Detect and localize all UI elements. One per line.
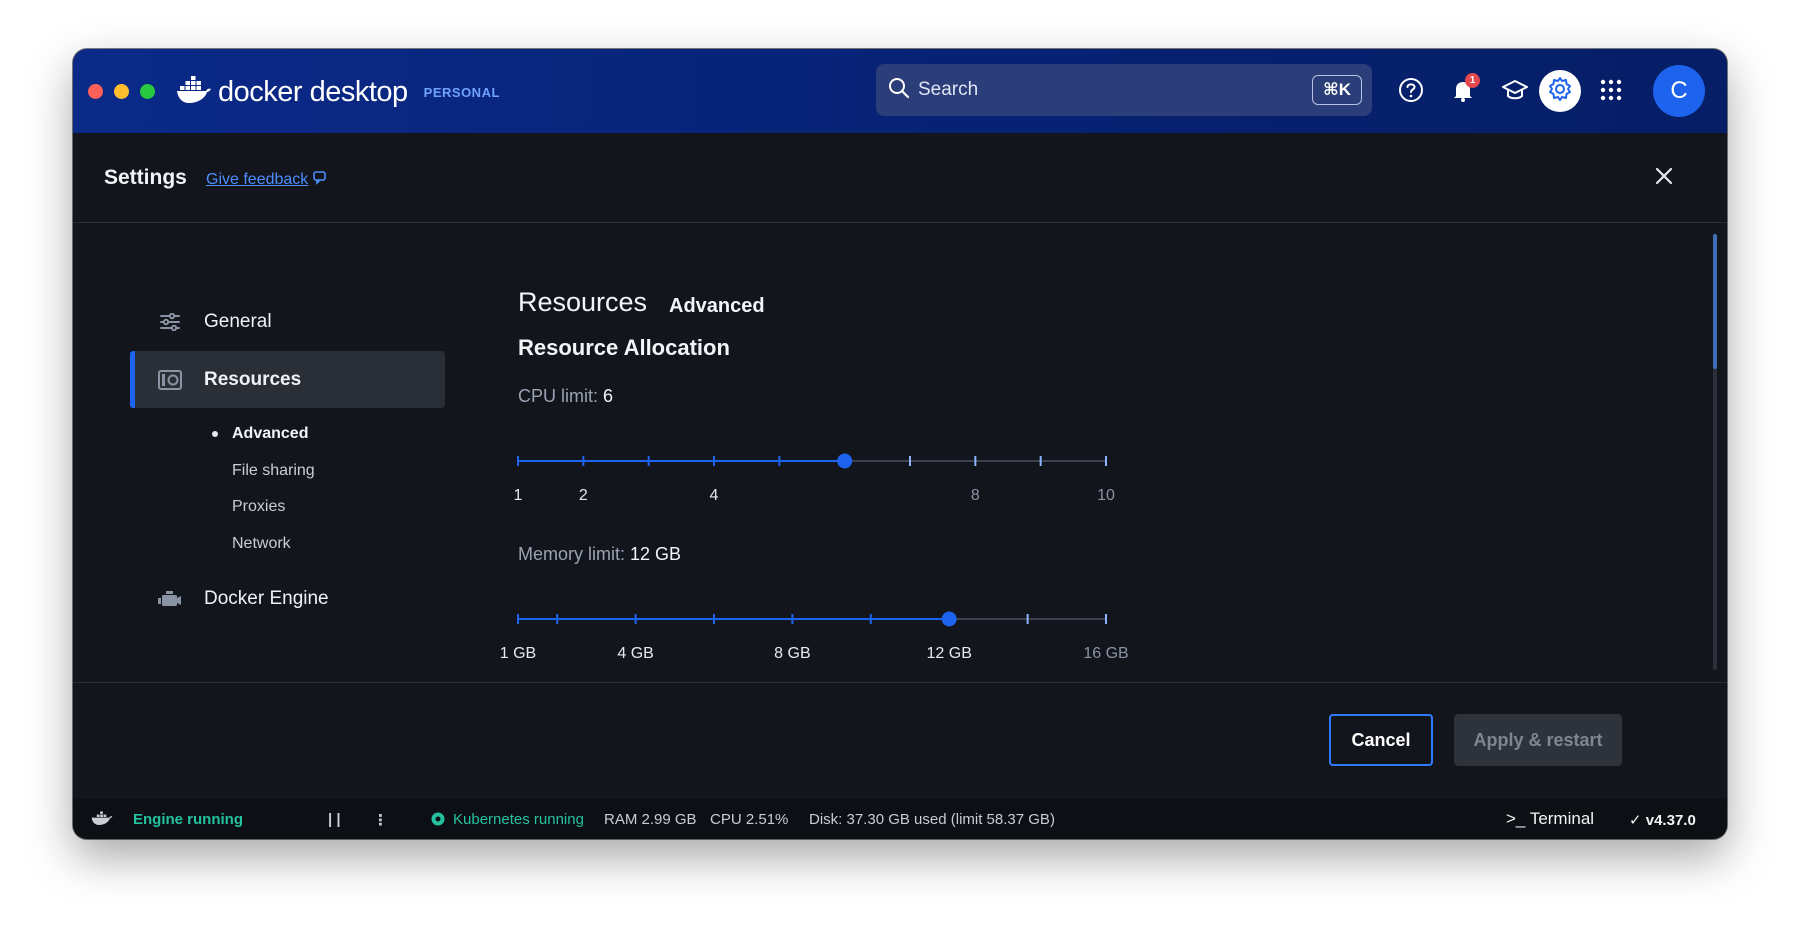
cpu-tick-label: 10 — [1097, 487, 1115, 504]
settings-header: Settings Give feedback — [73, 133, 1727, 223]
resource-allocation-title: Resource Allocation — [518, 335, 730, 360]
search-bar[interactable]: Search ⌘K — [876, 64, 1372, 116]
search-icon — [888, 77, 910, 104]
plan-label: PERSONAL — [423, 84, 500, 100]
terminal-icon: >_ — [1506, 809, 1526, 828]
docker-desktop-window: docker desktop PERSONAL Search ⌘K 1 C Se… — [73, 49, 1727, 839]
sidebar-item-general[interactable]: General — [130, 293, 445, 350]
version-indicator: ✓ v4.37.0 — [1629, 811, 1696, 829]
memory-limit-value: 12 GB — [630, 544, 682, 564]
cpu-slider-thumb[interactable] — [837, 453, 853, 469]
memory-slider-thumb[interactable] — [941, 611, 957, 627]
memory-tick-label: 8 GB — [774, 645, 811, 662]
memory-limit-text: Memory limit: — [518, 544, 625, 564]
maximize-window-button[interactable] — [140, 84, 155, 99]
sidebar-item-resources[interactable]: Resources — [130, 351, 445, 408]
memory-limit-label: Memory limit: 12 GB — [518, 544, 681, 565]
search-shortcut-badge: ⌘K — [1311, 75, 1362, 105]
cpu-tick-label: 4 — [709, 487, 719, 504]
give-feedback-label: Give feedback — [206, 170, 309, 188]
search-placeholder: Search — [918, 79, 979, 100]
resources-heading: Resources — [518, 287, 648, 317]
help-icon[interactable] — [1393, 72, 1429, 108]
footer-divider — [73, 682, 1727, 683]
engine-whale-icon — [91, 808, 113, 830]
cpu-tick-label: 1 — [513, 487, 523, 504]
user-avatar[interactable]: C — [1653, 65, 1705, 117]
cpu-usage: CPU 2.51% — [710, 811, 789, 828]
memory-limit-slider[interactable]: 1 GB 4 GB 8 GB 12 GB 16 GB — [500, 607, 1129, 667]
ram-usage: RAM 2.99 GB — [604, 811, 697, 828]
cpu-limit-value: 6 — [603, 386, 614, 406]
learning-center-icon[interactable] — [1497, 72, 1533, 108]
kubernetes-status: Kubernetes running — [453, 811, 584, 828]
memory-slider-track[interactable] — [517, 607, 1107, 637]
cpu-limit-label: CPU limit: 6 — [518, 386, 613, 407]
disk-usage: Disk: 37.30 GB used (limit 58.37 GB) — [809, 811, 1055, 828]
sidebar-item-docker-engine[interactable]: Docker Engine — [130, 570, 445, 627]
terminal-label: Terminal — [1529, 809, 1595, 828]
subitem-network[interactable]: Network — [232, 535, 291, 553]
cancel-button[interactable]: Cancel — [1329, 714, 1433, 766]
resources-icon — [157, 369, 183, 391]
brand-name: docker desktop — [218, 75, 408, 108]
terminal-button[interactable]: >_ Terminal — [1506, 809, 1594, 829]
current-subitem-bullet — [212, 431, 218, 437]
cpu-limit-text: CPU limit: — [518, 386, 598, 406]
cpu-tick-label: 2 — [578, 487, 588, 504]
cpu-tick-label: 8 — [970, 487, 980, 504]
apps-grid-icon[interactable] — [1593, 72, 1629, 108]
scrollbar-thumb[interactable] — [1713, 234, 1717, 369]
sidebar-item-label: Resources — [204, 368, 302, 390]
checkmark-icon: ✓ — [1629, 812, 1642, 829]
page-title: Settings — [104, 166, 187, 189]
memory-tick-label: 1 GB — [499, 645, 537, 662]
memory-tick-label: 4 GB — [617, 645, 654, 662]
gear-icon — [1547, 76, 1573, 107]
docker-whale-icon — [176, 75, 212, 109]
give-feedback-link[interactable]: Give feedback — [206, 169, 328, 190]
pause-button[interactable]: | | — [328, 811, 341, 828]
cpu-slider-track[interactable] — [517, 449, 1107, 479]
engine-icon — [157, 588, 183, 610]
version-label: v4.37.0 — [1645, 812, 1696, 829]
settings-scrollbar[interactable] — [1713, 234, 1717, 670]
memory-tick-label: 16 GB — [1083, 645, 1129, 662]
minimize-window-button[interactable] — [114, 84, 129, 99]
more-options-button[interactable]: ⋮ — [373, 811, 388, 829]
subitem-advanced[interactable]: Advanced — [232, 425, 308, 443]
feedback-icon — [312, 169, 328, 190]
apply-restart-button[interactable]: Apply & restart — [1454, 714, 1622, 766]
notifications-icon[interactable]: 1 — [1445, 72, 1481, 108]
close-settings-icon[interactable] — [1651, 163, 1677, 189]
kubernetes-icon — [431, 812, 445, 830]
subitem-proxies[interactable]: Proxies — [232, 498, 285, 516]
sidebar-item-label: General — [204, 310, 272, 332]
sidebar-item-label: Docker Engine — [204, 587, 329, 609]
title-bar: docker desktop PERSONAL Search ⌘K 1 C — [73, 49, 1727, 133]
sliders-icon — [157, 311, 183, 333]
advanced-subheading: Advanced — [669, 295, 765, 317]
close-window-button[interactable] — [88, 84, 103, 99]
notification-badge: 1 — [1465, 73, 1480, 88]
memory-tick-label: 12 GB — [926, 645, 972, 662]
cpu-limit-slider[interactable]: 1 2 4 8 10 — [514, 449, 1115, 509]
engine-status: Engine running — [133, 811, 243, 828]
subitem-file-sharing[interactable]: File sharing — [232, 462, 315, 480]
docker-logo: docker desktop PERSONAL — [176, 70, 500, 114]
settings-gear-button[interactable] — [1539, 70, 1581, 112]
status-bar: Engine running | | ⋮ Kubernetes running … — [73, 799, 1727, 839]
